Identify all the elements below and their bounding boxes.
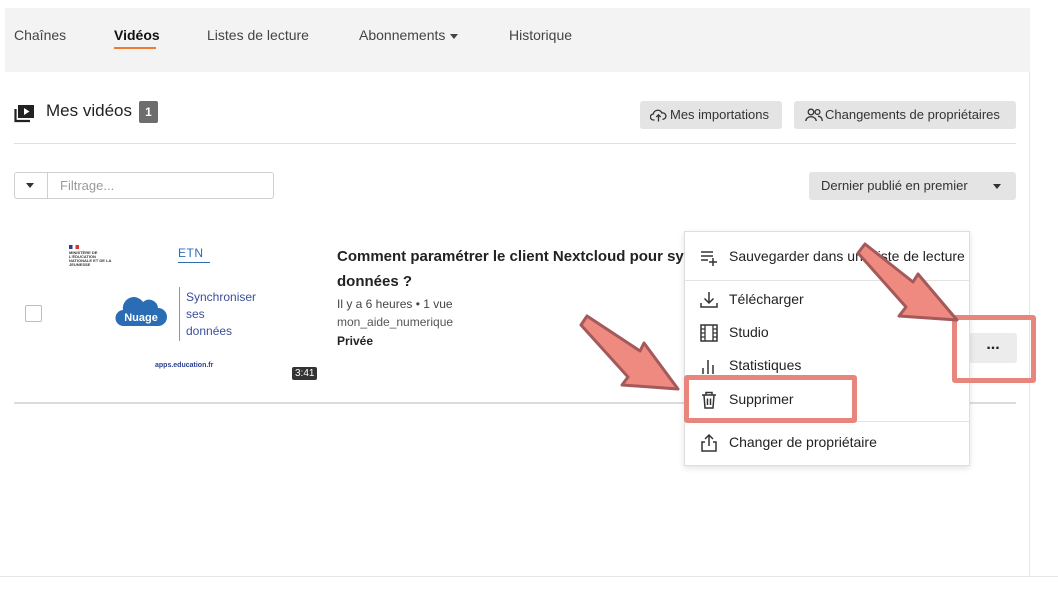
section-divider: [14, 143, 1016, 144]
chevron-down-icon: [26, 183, 34, 188]
tab-listes-de-lecture[interactable]: Listes de lecture: [207, 27, 309, 43]
ministry-flag-icon: [69, 245, 79, 249]
etn-logo-underline: [178, 262, 210, 263]
tab-videos[interactable]: Vidéos: [114, 27, 160, 43]
video-thumbnail[interactable]: MINISTÈRE DE L'ÉDUCATION NATIONALE ET DE…: [57, 235, 319, 381]
sort-selected-label: Dernier publié en premier: [821, 178, 968, 193]
etn-logo-text: ETN: [178, 246, 204, 260]
video-title[interactable]: Comment paramétrer le client Nextcloud p…: [337, 244, 687, 294]
video-select-checkbox[interactable]: [25, 305, 42, 322]
menu-item-label: Télécharger: [729, 291, 804, 307]
ownership-changes-label: Changements de propriétaires: [825, 107, 1000, 122]
arrow-annotation-delete: [579, 314, 680, 391]
ownership-changes-button[interactable]: Changements de propriétaires: [794, 101, 1016, 129]
bar-chart-icon: [702, 360, 714, 374]
thumbnail-footer-text: apps.education.fr: [155, 362, 214, 369]
my-imports-label: Mes importations: [670, 107, 769, 122]
page-title: Mes vidéos: [46, 101, 132, 120]
video-title-line-1: Comment paramétrer le client Nextcloud p…: [337, 248, 687, 265]
video-meta: Il y a 6 heures • 1 vue: [337, 297, 453, 311]
video-count-badge: 1: [139, 101, 158, 123]
download-icon: [700, 292, 718, 308]
users-icon: [805, 108, 823, 122]
tab-abonnements-label: Abonnements: [359, 27, 446, 43]
share-icon: [701, 433, 717, 452]
highlight-delete-annotation: [684, 375, 857, 423]
filter-box: [14, 172, 274, 199]
chevron-down-icon: [993, 184, 1001, 189]
film-icon: [700, 324, 718, 342]
chevron-down-icon: [450, 33, 459, 39]
thumbnail-text-line-1: Synchroniser: [186, 290, 257, 304]
video-privacy-label: Privée: [337, 334, 374, 348]
filter-dropdown-button[interactable]: [15, 173, 48, 198]
nuage-logo-label: Nuage: [124, 312, 158, 324]
menu-item-change-owner[interactable]: Changer de propriétaire: [685, 427, 969, 457]
thumbnail-text-line-2: ses: [186, 307, 205, 321]
my-imports-button[interactable]: Mes importations: [640, 101, 782, 129]
thumbnail-accent-line: [179, 287, 180, 341]
video-channel-link[interactable]: mon_aide_numerique: [337, 315, 453, 329]
content-border-bottom: [0, 576, 1058, 577]
video-duration-badge: 3:41: [292, 367, 318, 380]
menu-item-label: Statistiques: [729, 357, 802, 373]
ministry-logo-text: MINISTÈRE DE L'ÉDUCATION NATIONALE ET DE…: [69, 250, 112, 267]
menu-item-label: Studio: [729, 324, 769, 340]
cloud-upload-icon: [650, 109, 667, 122]
playlist-add-icon: [701, 251, 717, 266]
my-videos-icon: [14, 105, 34, 123]
tab-abonnements[interactable]: Abonnements: [359, 27, 459, 43]
sort-select[interactable]: Dernier publié en premier: [809, 172, 1016, 200]
menu-item-label: Changer de propriétaire: [729, 434, 877, 450]
thumbnail-text-line-3: données: [186, 324, 233, 338]
video-title-line-2: données ?: [337, 273, 413, 290]
tab-chaines[interactable]: Chaînes: [14, 27, 66, 43]
active-tab-indicator: [114, 47, 156, 49]
tab-historique[interactable]: Historique: [509, 27, 572, 43]
arrow-annotation-more-button: [856, 242, 959, 322]
filter-input[interactable]: [48, 173, 270, 198]
